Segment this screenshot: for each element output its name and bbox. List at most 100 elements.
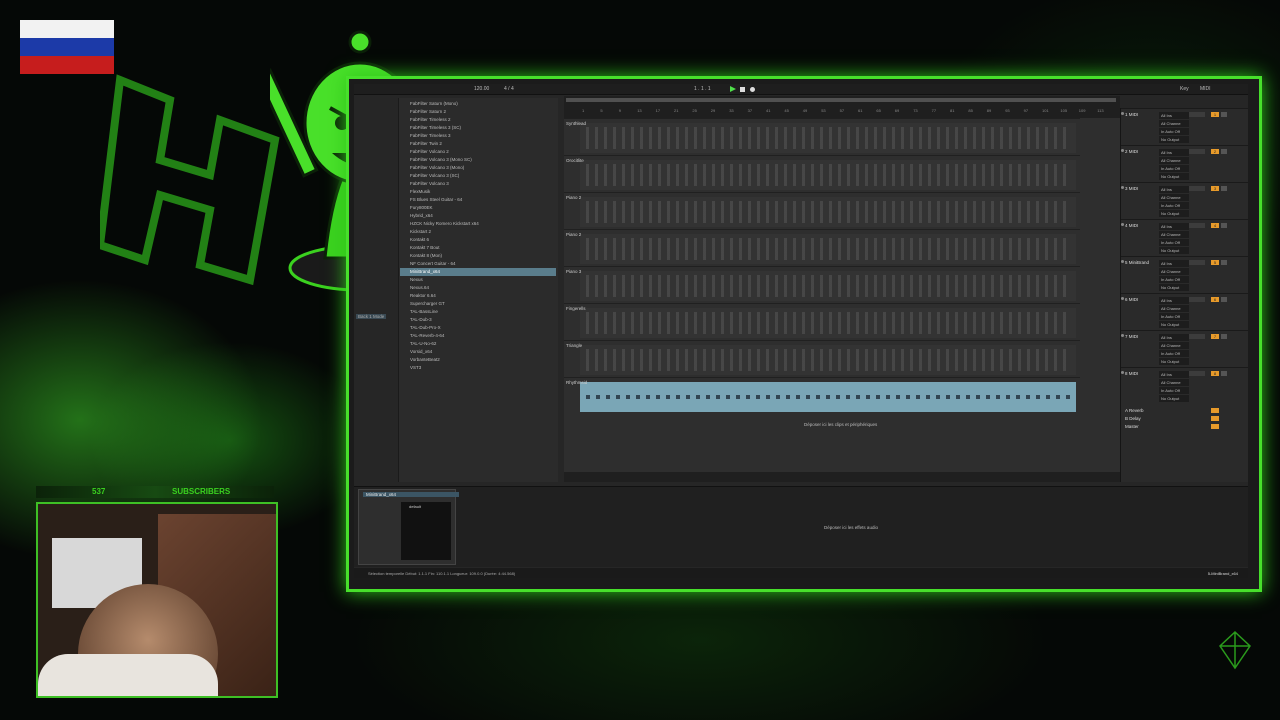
volume-field[interactable] bbox=[1189, 260, 1205, 265]
track-name[interactable]: Piano 2 bbox=[566, 195, 581, 200]
io-field[interactable]: All Ins bbox=[1159, 112, 1189, 119]
volume-field[interactable] bbox=[1189, 297, 1205, 302]
track-activator-icon[interactable] bbox=[1121, 223, 1124, 226]
track-activator-icon[interactable] bbox=[1121, 149, 1124, 152]
browser-item[interactable]: Hybrid_x64 bbox=[400, 212, 556, 220]
io-field[interactable]: All Channe bbox=[1159, 194, 1189, 201]
io-field[interactable]: No Output bbox=[1159, 210, 1189, 217]
stop-icon[interactable] bbox=[740, 87, 745, 92]
play-icon[interactable] bbox=[730, 86, 736, 92]
browser-item[interactable]: Kontakt 8 (Mon) bbox=[400, 252, 556, 260]
tempo-display[interactable]: 120.00 bbox=[474, 86, 489, 92]
return-activator[interactable] bbox=[1211, 408, 1219, 413]
track-number[interactable]: 2 bbox=[1211, 149, 1219, 154]
browser-item[interactable]: FabFilter Saturn (Mono) bbox=[400, 100, 556, 108]
mixer-track-name[interactable]: 3 MIDI bbox=[1125, 186, 1138, 191]
browser-item[interactable]: Kickstart 2 bbox=[400, 228, 556, 236]
track-name[interactable]: Rhythmsid bbox=[566, 380, 587, 385]
track-activator-icon[interactable] bbox=[1121, 186, 1124, 189]
mixer-track-name[interactable]: 7 MIDI bbox=[1125, 334, 1138, 339]
solo-button[interactable] bbox=[1221, 371, 1227, 376]
track-activator-icon[interactable] bbox=[1121, 297, 1124, 300]
io-field[interactable]: In Auto Off bbox=[1159, 387, 1189, 394]
track-number[interactable]: 5 bbox=[1211, 260, 1219, 265]
io-field[interactable]: All Channe bbox=[1159, 120, 1189, 127]
browser-item[interactable]: FlexMusik bbox=[400, 188, 556, 196]
io-field[interactable]: All Channe bbox=[1159, 342, 1189, 349]
browser-item[interactable]: FS Blues Steel Guitar - 64 bbox=[400, 196, 556, 204]
track-lane[interactable]: Synthlead bbox=[564, 118, 1080, 155]
track-activator-icon[interactable] bbox=[1121, 260, 1124, 263]
browser-item[interactable]: FabFilter Volcano 3 (Mono) bbox=[400, 164, 556, 172]
mixer-track-name[interactable]: 1 MIDI bbox=[1125, 112, 1138, 117]
io-field[interactable]: In Auto Off bbox=[1159, 239, 1189, 246]
browser-item[interactable]: VorbanteBeat2 bbox=[400, 356, 556, 364]
track-lane[interactable]: Piano 2 bbox=[564, 192, 1080, 229]
io-field[interactable]: All Channe bbox=[1159, 157, 1189, 164]
midi-clip[interactable] bbox=[580, 197, 1076, 227]
io-field[interactable]: All Ins bbox=[1159, 371, 1189, 378]
track-lane[interactable]: Fingerells bbox=[564, 303, 1080, 340]
midi-clip[interactable] bbox=[580, 345, 1076, 375]
key-toggle[interactable]: Key bbox=[1180, 86, 1189, 92]
solo-button[interactable] bbox=[1221, 149, 1227, 154]
track-lane[interactable]: Piano 3 bbox=[564, 266, 1080, 303]
volume-field[interactable] bbox=[1189, 149, 1205, 154]
io-field[interactable]: In Auto Off bbox=[1159, 276, 1189, 283]
time-ruler-bottom[interactable] bbox=[564, 472, 1120, 482]
browser-item[interactable]: TAL-U-No-62 bbox=[400, 340, 556, 348]
track-lane[interactable]: Piano 2 bbox=[564, 229, 1080, 266]
browser-item[interactable]: FabFilter Volcano 3 (SC) bbox=[400, 172, 556, 180]
track-lane[interactable]: Rhythmsid bbox=[564, 377, 1080, 414]
midi-clip[interactable] bbox=[580, 382, 1076, 412]
browser-item[interactable]: TAL-BassLine bbox=[400, 308, 556, 316]
io-field[interactable]: No Output bbox=[1159, 395, 1189, 402]
track-number[interactable]: 1 bbox=[1211, 112, 1219, 117]
io-field[interactable]: All Channe bbox=[1159, 231, 1189, 238]
track-activator-icon[interactable] bbox=[1121, 112, 1124, 115]
io-field[interactable]: All Channe bbox=[1159, 268, 1189, 275]
browser-item[interactable]: FabFilter Timeless 2 bbox=[400, 116, 556, 124]
track-number[interactable]: 4 bbox=[1211, 223, 1219, 228]
midi-clip[interactable] bbox=[580, 271, 1076, 301]
midi-clip[interactable] bbox=[580, 123, 1076, 153]
io-field[interactable]: No Output bbox=[1159, 321, 1189, 328]
solo-button[interactable] bbox=[1221, 334, 1227, 339]
device-title[interactable]: MiniBrand_x64 bbox=[363, 492, 459, 497]
volume-field[interactable] bbox=[1189, 334, 1205, 339]
browser-item[interactable]: FabFilter Volcano 3 bbox=[400, 180, 556, 188]
track-number[interactable]: 7 bbox=[1211, 334, 1219, 339]
mixer-track-name[interactable]: 2 MIDI bbox=[1125, 149, 1138, 154]
volume-field[interactable] bbox=[1189, 223, 1205, 228]
io-field[interactable]: In Auto Off bbox=[1159, 202, 1189, 209]
io-field[interactable]: All Ins bbox=[1159, 149, 1189, 156]
io-field[interactable]: No Output bbox=[1159, 284, 1189, 291]
browser-item[interactable]: Nexus bbox=[400, 276, 556, 284]
mixer-track[interactable]: 5 MiniBrand All Ins All Channe In Auto Off N… bbox=[1121, 256, 1248, 293]
return-track[interactable]: Master bbox=[1121, 424, 1248, 431]
track-name[interactable]: Triangle bbox=[566, 343, 582, 348]
track-number[interactable]: 3 bbox=[1211, 186, 1219, 191]
track-number[interactable]: 8 bbox=[1211, 371, 1219, 376]
browser-item[interactable]: Reaktor 6.64 bbox=[400, 292, 556, 300]
io-field[interactable]: In Auto Off bbox=[1159, 350, 1189, 357]
midi-clip[interactable] bbox=[580, 160, 1076, 190]
return-track[interactable]: A Reverb bbox=[1121, 408, 1248, 415]
mixer-track-name[interactable]: 4 MIDI bbox=[1125, 223, 1138, 228]
solo-button[interactable] bbox=[1221, 297, 1227, 302]
io-field[interactable]: No Output bbox=[1159, 136, 1189, 143]
io-field[interactable]: No Output bbox=[1159, 247, 1189, 254]
return-activator[interactable] bbox=[1211, 424, 1219, 429]
track-name[interactable]: Piano 3 bbox=[566, 269, 581, 274]
browser-item[interactable]: FabFilter Twin 2 bbox=[400, 140, 556, 148]
browser-item[interactable]: HZCK Nicky Romero Kickstart x64 bbox=[400, 220, 556, 228]
position-display[interactable]: 1 . 1 . 1 bbox=[694, 86, 711, 92]
return-track-name[interactable]: A Reverb bbox=[1125, 408, 1144, 413]
browser-item[interactable]: FabFilter Timeless 3 (SC) bbox=[400, 124, 556, 132]
io-field[interactable]: All Ins bbox=[1159, 297, 1189, 304]
io-field[interactable]: In Auto Off bbox=[1159, 165, 1189, 172]
return-track[interactable]: B Delay bbox=[1121, 416, 1248, 423]
io-field[interactable]: All Ins bbox=[1159, 260, 1189, 267]
io-field[interactable]: No Output bbox=[1159, 358, 1189, 365]
browser-item[interactable]: FabFilter Timeless 3 bbox=[400, 132, 556, 140]
